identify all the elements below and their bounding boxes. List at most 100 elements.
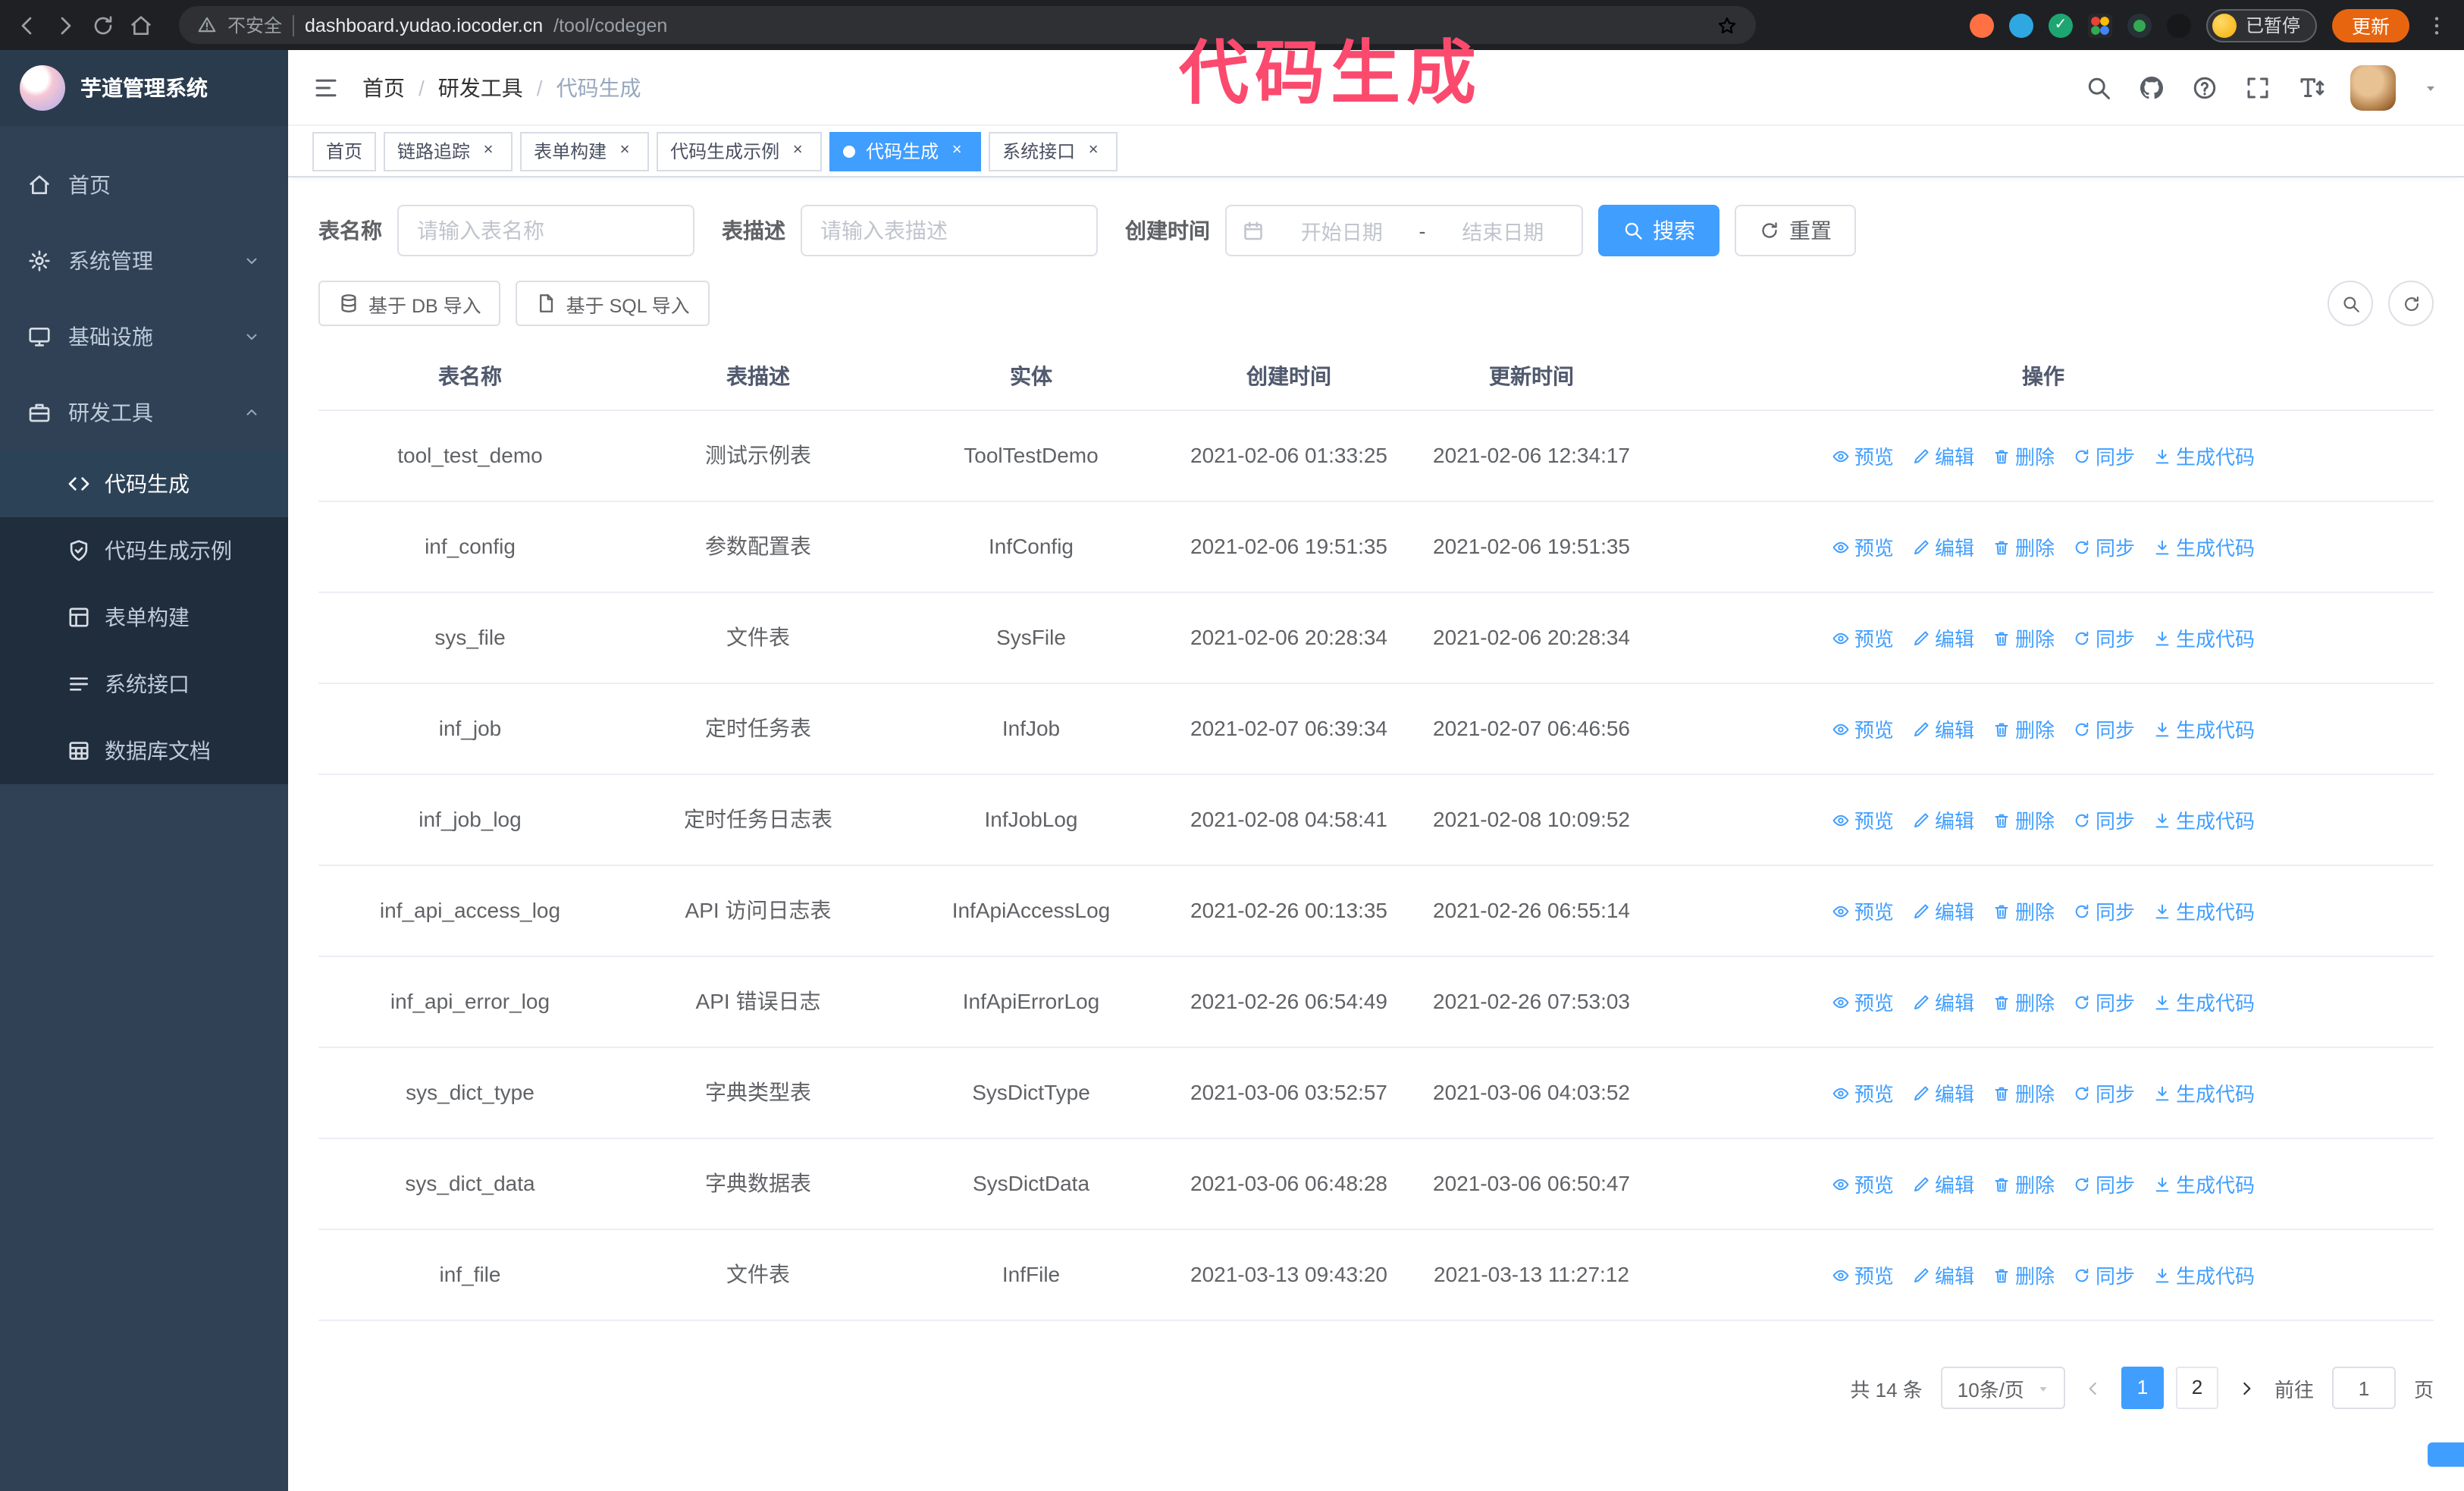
extension-icon-1[interactable] bbox=[1969, 13, 1994, 37]
sidebar-toggle-icon[interactable] bbox=[312, 74, 340, 101]
goto-page-input[interactable] bbox=[2331, 1367, 2396, 1409]
action-generate-code-link[interactable]: 生成代码 bbox=[2153, 714, 2255, 743]
action-sync-link[interactable]: 同步 bbox=[2073, 805, 2135, 834]
date-end-placeholder[interactable]: 结束日期 bbox=[1440, 215, 1567, 246]
user-menu-caret-icon[interactable] bbox=[2422, 78, 2440, 96]
action-edit-link[interactable]: 编辑 bbox=[1912, 805, 1974, 834]
sidebar-subitem[interactable]: 代码生成 bbox=[0, 450, 288, 517]
action-edit-link[interactable]: 编辑 bbox=[1912, 896, 1974, 925]
table-name-input[interactable] bbox=[397, 205, 694, 256]
action-preview-link[interactable]: 预览 bbox=[1832, 987, 1894, 1016]
action-edit-link[interactable]: 编辑 bbox=[1912, 1260, 1974, 1289]
action-preview-link[interactable]: 预览 bbox=[1832, 441, 1894, 470]
view-tab[interactable]: 系统接口 × bbox=[989, 131, 1118, 171]
tab-close-icon[interactable]: × bbox=[946, 140, 967, 162]
prev-page-button[interactable] bbox=[2083, 1378, 2103, 1398]
action-delete-link[interactable]: 删除 bbox=[1992, 1169, 2055, 1198]
action-generate-code-link[interactable]: 生成代码 bbox=[2153, 532, 2255, 561]
action-sync-link[interactable]: 同步 bbox=[2073, 532, 2135, 561]
action-generate-code-link[interactable]: 生成代码 bbox=[2153, 805, 2255, 834]
paused-badge[interactable]: 已暂停 bbox=[2205, 8, 2317, 42]
browser-update-button[interactable]: 更新 bbox=[2331, 8, 2409, 42]
action-preview-link[interactable]: 预览 bbox=[1832, 805, 1894, 834]
action-sync-link[interactable]: 同步 bbox=[2073, 441, 2135, 470]
action-preview-link[interactable]: 预览 bbox=[1832, 623, 1894, 652]
breadcrumb-item[interactable]: 首页 bbox=[362, 72, 405, 102]
browser-menu-icon[interactable] bbox=[2425, 13, 2449, 37]
action-sync-link[interactable]: 同步 bbox=[2073, 987, 2135, 1016]
help-icon[interactable] bbox=[2191, 74, 2218, 101]
view-tab[interactable]: 首页 bbox=[312, 131, 377, 171]
sidebar-subitem[interactable]: 系统接口 bbox=[0, 651, 288, 717]
user-avatar[interactable] bbox=[2350, 64, 2396, 110]
table-desc-input[interactable] bbox=[801, 205, 1098, 256]
address-bar[interactable]: 不安全 dashboard.yudao.iocoder.cn/tool/code… bbox=[179, 6, 1756, 44]
sidebar-item[interactable]: 系统管理 bbox=[0, 223, 288, 299]
sidebar-item[interactable]: 首页 bbox=[0, 147, 288, 223]
action-delete-link[interactable]: 删除 bbox=[1992, 987, 2055, 1016]
extension-icon-5[interactable] bbox=[2127, 13, 2152, 37]
action-sync-link[interactable]: 同步 bbox=[2073, 1260, 2135, 1289]
action-delete-link[interactable]: 删除 bbox=[1992, 896, 2055, 925]
action-generate-code-link[interactable]: 生成代码 bbox=[2153, 1260, 2255, 1289]
search-button[interactable]: 搜索 bbox=[1598, 205, 1719, 256]
tab-close-icon[interactable]: × bbox=[478, 140, 499, 162]
sidebar-subitem[interactable]: 代码生成示例 bbox=[0, 517, 288, 584]
view-tab[interactable]: 代码生成示例 × bbox=[657, 131, 823, 171]
reset-button[interactable]: 重置 bbox=[1735, 205, 1856, 256]
extension-icon-6[interactable] bbox=[2166, 13, 2191, 37]
bookmark-star-icon[interactable] bbox=[1716, 14, 1738, 36]
toggle-search-button[interactable] bbox=[2328, 281, 2373, 326]
action-edit-link[interactable]: 编辑 bbox=[1912, 441, 1974, 470]
action-edit-link[interactable]: 编辑 bbox=[1912, 1169, 1974, 1198]
header-search-icon[interactable] bbox=[2085, 74, 2112, 101]
app-logo[interactable]: 芋道管理系统 bbox=[0, 50, 288, 126]
fullscreen-icon[interactable] bbox=[2244, 74, 2271, 101]
sidebar-item[interactable]: 基础设施 bbox=[0, 299, 288, 375]
action-edit-link[interactable]: 编辑 bbox=[1912, 1078, 1974, 1107]
sidebar-item[interactable]: 研发工具 bbox=[0, 375, 288, 450]
action-edit-link[interactable]: 编辑 bbox=[1912, 532, 1974, 561]
action-sync-link[interactable]: 同步 bbox=[2073, 1078, 2135, 1107]
import-sql-button[interactable]: 基于 SQL 导入 bbox=[516, 281, 710, 326]
tab-close-icon[interactable]: × bbox=[614, 140, 635, 162]
view-tab[interactable]: 代码生成 × bbox=[829, 131, 982, 171]
action-delete-link[interactable]: 删除 bbox=[1992, 805, 2055, 834]
action-delete-link[interactable]: 删除 bbox=[1992, 1078, 2055, 1107]
tab-close-icon[interactable]: × bbox=[787, 140, 808, 162]
browser-reload-icon[interactable] bbox=[91, 13, 115, 37]
next-page-button[interactable] bbox=[2237, 1378, 2256, 1398]
action-preview-link[interactable]: 预览 bbox=[1832, 1078, 1894, 1107]
action-preview-link[interactable]: 预览 bbox=[1832, 532, 1894, 561]
action-sync-link[interactable]: 同步 bbox=[2073, 896, 2135, 925]
browser-forward-icon[interactable] bbox=[53, 13, 77, 37]
action-delete-link[interactable]: 删除 bbox=[1992, 441, 2055, 470]
action-delete-link[interactable]: 删除 bbox=[1992, 1260, 2055, 1289]
action-preview-link[interactable]: 预览 bbox=[1832, 1169, 1894, 1198]
extension-icon-2[interactable] bbox=[2008, 13, 2033, 37]
date-range-picker[interactable]: 开始日期 - 结束日期 bbox=[1225, 205, 1583, 256]
github-icon[interactable] bbox=[2138, 74, 2165, 101]
action-preview-link[interactable]: 预览 bbox=[1832, 1260, 1894, 1289]
action-generate-code-link[interactable]: 生成代码 bbox=[2153, 896, 2255, 925]
extension-icon-3[interactable] bbox=[2048, 13, 2073, 37]
action-preview-link[interactable]: 预览 bbox=[1832, 714, 1894, 743]
action-sync-link[interactable]: 同步 bbox=[2073, 714, 2135, 743]
action-edit-link[interactable]: 编辑 bbox=[1912, 623, 1974, 652]
action-delete-link[interactable]: 删除 bbox=[1992, 623, 2055, 652]
browser-back-icon[interactable] bbox=[15, 13, 39, 37]
action-generate-code-link[interactable]: 生成代码 bbox=[2153, 1169, 2255, 1198]
refresh-table-button[interactable] bbox=[2388, 281, 2434, 326]
import-db-button[interactable]: 基于 DB 导入 bbox=[318, 281, 501, 326]
action-generate-code-link[interactable]: 生成代码 bbox=[2153, 623, 2255, 652]
sidebar-subitem[interactable]: 数据库文档 bbox=[0, 717, 288, 784]
back-to-top-button[interactable] bbox=[2428, 1442, 2464, 1467]
date-start-placeholder[interactable]: 开始日期 bbox=[1278, 215, 1406, 246]
breadcrumb-item[interactable]: 研发工具 bbox=[438, 72, 523, 102]
security-warning-icon[interactable] bbox=[197, 15, 217, 35]
browser-home-icon[interactable] bbox=[129, 13, 153, 37]
extension-icon-4[interactable] bbox=[2087, 13, 2112, 37]
action-sync-link[interactable]: 同步 bbox=[2073, 623, 2135, 652]
action-preview-link[interactable]: 预览 bbox=[1832, 896, 1894, 925]
font-size-icon[interactable] bbox=[2297, 74, 2324, 101]
